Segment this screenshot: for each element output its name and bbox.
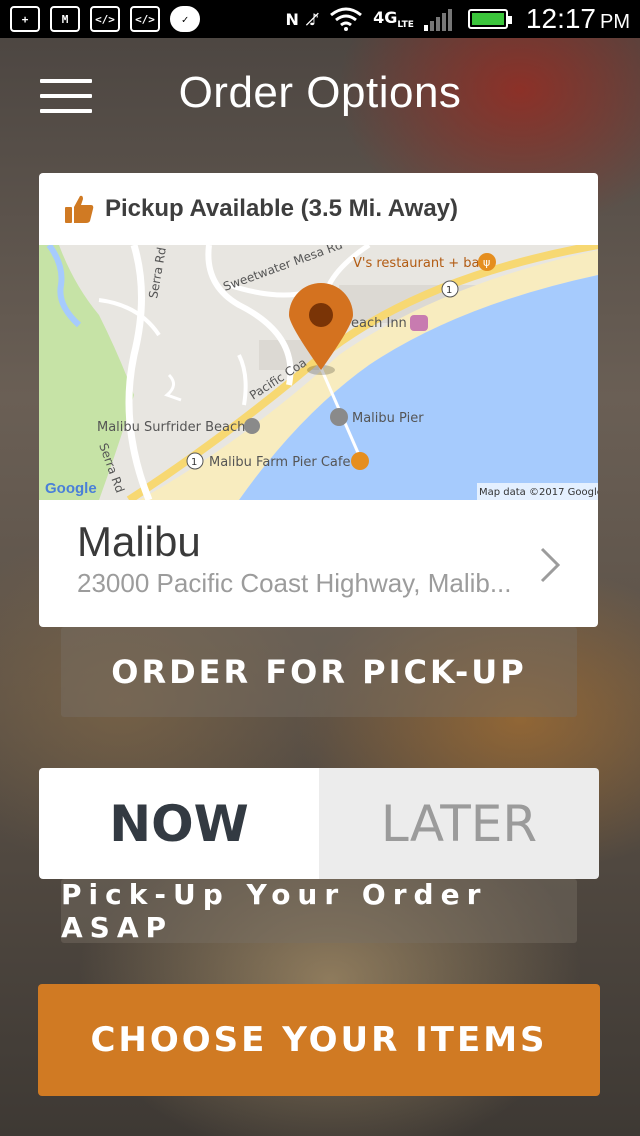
location-name: Malibu — [77, 518, 201, 565]
map-label: Malibu Pier — [352, 411, 424, 426]
google-logo: Google — [45, 480, 97, 497]
svg-text:ψ: ψ — [483, 256, 490, 269]
check-bubble-icon: ✓ — [170, 6, 200, 32]
gmail-icon: M — [50, 6, 80, 32]
mute-icon: ♪̸ — [308, 9, 320, 29]
timing-toggle: NOW LATER — [39, 768, 599, 879]
now-option[interactable]: NOW — [39, 768, 319, 879]
later-option[interactable]: LATER — [319, 768, 599, 879]
location-details[interactable]: Malibu 23000 Pacific Coast Highway, Mali… — [39, 500, 598, 627]
map-label: each Inn — [351, 316, 407, 331]
route-shield: 1 — [446, 285, 452, 296]
camera-icon[interactable] — [330, 408, 348, 426]
map-attribution: Map data ©2017 Google — [479, 487, 598, 498]
signal-icon — [423, 9, 452, 31]
cafe-icon[interactable] — [351, 452, 369, 470]
code-icon: </> — [130, 6, 160, 32]
clock: 12:17 — [525, 3, 596, 34]
wifi-icon — [330, 7, 363, 31]
map-label: Malibu Farm Pier Cafe — [209, 455, 350, 470]
map-label: V's restaurant + bar — [353, 256, 486, 271]
map-label: Malibu Surfrider Beach — [97, 420, 245, 435]
pickup-status-text: Pickup Available (3.5 Mi. Away) — [105, 195, 459, 222]
order-for-pickup-button[interactable]: ORDER FOR PICK-UP — [61, 627, 577, 717]
beach-icon[interactable] — [244, 418, 260, 434]
location-card: Pickup Available (3.5 Mi. Away) Serra Rd… — [39, 173, 598, 627]
status-bar: + M </> </> ✓ N ♪̸ 4GLTE 12:17 PM — [0, 0, 640, 38]
chevron-right-icon[interactable] — [538, 545, 562, 585]
page-title: Order Options — [178, 68, 462, 117]
asap-label: Pick-Up Your Order ASAP — [61, 878, 577, 944]
pickup-availability: Pickup Available (3.5 Mi. Away) — [39, 173, 598, 245]
thumbs-up-icon — [65, 195, 94, 223]
choose-items-button[interactable]: CHOOSE YOUR ITEMS — [38, 984, 600, 1096]
route-shield: 1 — [191, 457, 197, 468]
network-type: 4GLTE — [373, 7, 414, 31]
battery-charging-icon — [467, 9, 512, 29]
hotel-icon[interactable] — [410, 315, 428, 331]
location-map[interactable]: Serra Rd Sweetwater Mesa Rd V's restaura… — [39, 245, 598, 500]
location-address: 23000 Pacific Coast Highway, Malib... — [77, 568, 512, 598]
code-icon: </> — [90, 6, 120, 32]
clock-ampm: PM — [600, 11, 630, 33]
nfc-icon: N — [285, 9, 299, 29]
add-icon: + — [10, 6, 40, 32]
